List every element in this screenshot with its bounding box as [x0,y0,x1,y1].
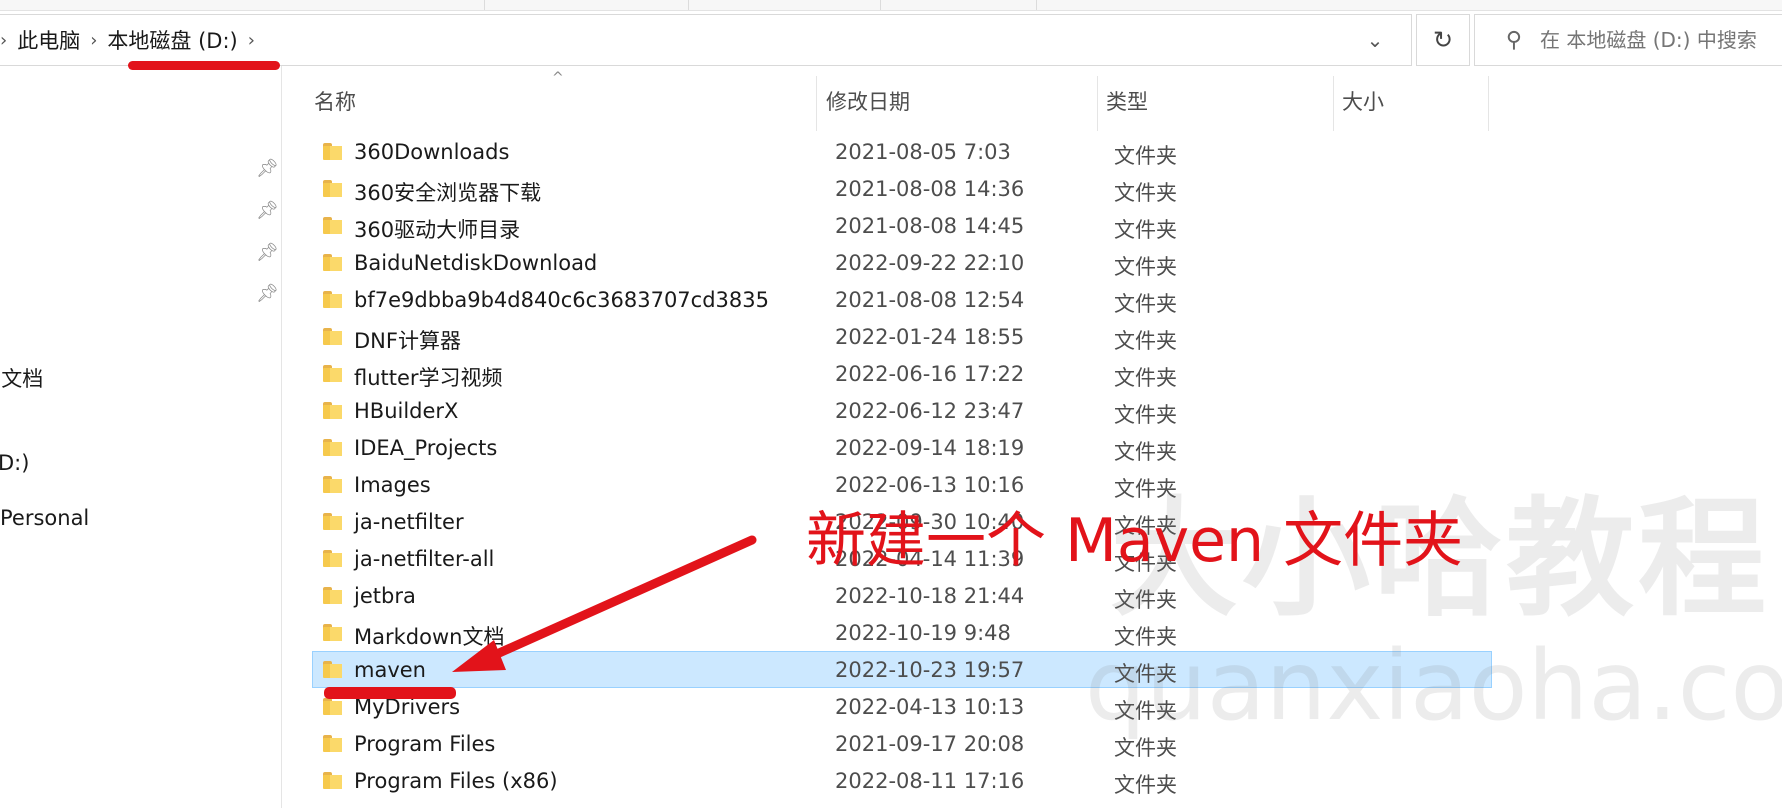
file-date: 2022-06-16 17:22 [835,362,1025,386]
pin-icon[interactable]: 📌︎ [256,283,279,304]
folder-icon [323,254,343,271]
folder-icon [323,735,343,752]
annotation-underline-maven [324,687,456,699]
file-date: 2021-09-17 20:08 [835,732,1025,756]
file-row[interactable]: 360驱动大师目录 2021-08-08 14:45 文件夹 [312,207,1492,244]
file-name: jetbra [354,584,416,608]
folder-icon [323,180,343,197]
ribbon-tabs-strip [0,0,1782,11]
file-type: 文件夹 [1114,292,1177,316]
file-type: 文件夹 [1114,181,1177,205]
file-date: 2022-10-18 21:44 [835,584,1025,608]
breadcrumb-local-disk-d[interactable]: 本地磁盘 (D:) [107,25,237,55]
pin-icon[interactable]: 📌︎ [256,200,279,221]
file-date: 2022-06-12 23:47 [835,399,1025,423]
file-row[interactable]: flutter学习视频 2022-06-16 17:22 文件夹 [312,355,1492,392]
file-row[interactable]: HBuilderX 2022-06-12 23:47 文件夹 [312,392,1492,429]
file-date: 2022-09-14 18:19 [835,436,1025,460]
nav-item-documents[interactable]: n文档 [0,363,43,393]
file-name: Program Files [354,732,496,756]
folder-icon [323,772,343,789]
file-type: 文件夹 [1114,403,1177,427]
folder-icon [323,143,343,160]
file-row[interactable]: Program Files (x86) 2022-08-11 17:16 文件夹 [312,762,1492,799]
address-bar[interactable]: › 此电脑 › 本地磁盘 (D:) › ⌄ [0,14,1412,66]
folder-icon [323,698,343,715]
file-type: 文件夹 [1114,255,1177,279]
file-row[interactable]: bf7e9dbba9b4d840c6c3683707cd3835 2021-08… [312,281,1492,318]
breadcrumb-this-pc[interactable]: 此电脑 [17,25,80,55]
file-date: 2022-10-19 9:48 [835,621,1011,645]
file-date: 2022-04-13 10:13 [835,695,1025,719]
pin-icon[interactable]: 📌︎ [256,158,279,179]
folder-icon [323,661,343,678]
file-type: 文件夹 [1114,144,1177,168]
file-name: DNF计算器 [354,329,461,353]
file-row[interactable]: DNF计算器 2022-01-24 18:55 文件夹 [312,318,1492,355]
chevron-right-icon[interactable]: › [0,30,7,51]
annotation-text: 新建一个 Maven 文件夹 [806,506,1464,576]
search-box[interactable]: ⚲ [1474,14,1782,66]
folder-icon [323,365,343,382]
file-name: 360安全浏览器下载 [354,181,542,205]
folder-icon [323,513,343,530]
file-row[interactable]: 360安全浏览器下载 2021-08-08 14:36 文件夹 [312,170,1492,207]
search-input[interactable] [1538,27,1782,53]
folder-icon [323,550,343,567]
file-date: 2022-01-24 18:55 [835,325,1025,349]
chevron-right-icon[interactable]: › [90,30,97,51]
file-date: 2022-09-22 22:10 [835,251,1025,275]
folder-icon [323,439,343,456]
file-date: 2021-08-08 14:36 [835,177,1025,201]
file-row[interactable]: BaiduNetdiskDownload 2022-09-22 22:10 文件… [312,244,1492,281]
folder-icon [323,402,343,419]
search-icon: ⚲ [1505,27,1522,53]
file-name: Markdown文档 [354,625,505,649]
file-date: 2022-10-23 19:57 [835,658,1025,682]
file-name: BaiduNetdiskDownload [354,251,598,275]
sort-ascending-icon: ^ [552,70,564,86]
column-header-row: ^ 名称 修改日期 类型 大小 [282,66,1782,138]
nav-item-drive-d[interactable]: D:) [0,451,29,475]
navigation-pane: 📌︎ 📌︎ 📌︎ 📌︎ n文档 D:) Personal [0,66,282,808]
file-type: 文件夹 [1114,366,1177,390]
file-name: Images [354,473,431,497]
file-name: ja-netfilter-all [354,547,495,571]
column-header-size[interactable]: 大小 [1342,86,1384,116]
folder-icon [323,217,343,234]
watermark-url: quanxiaoha.com [1085,630,1782,742]
file-date: 2021-08-05 7:03 [835,140,1011,164]
column-header-name[interactable]: 名称 [314,86,356,116]
nav-item-personal[interactable]: Personal [0,506,89,530]
chevron-down-icon: ⌄ [1366,28,1384,52]
file-name: Program Files (x86) [354,769,558,793]
column-header-type[interactable]: 类型 [1106,86,1148,116]
file-name: 360驱动大师目录 [354,218,521,242]
folder-icon [323,328,343,345]
file-type: 文件夹 [1114,773,1177,797]
file-row[interactable]: 360Downloads 2021-08-05 7:03 文件夹 [312,133,1492,170]
pin-icon[interactable]: 📌︎ [256,242,279,263]
refresh-icon: ↻ [1432,26,1454,54]
refresh-button[interactable]: ↻ [1416,14,1470,66]
folder-icon [323,587,343,604]
file-name: ja-netfilter [354,510,464,534]
folder-icon [323,476,343,493]
file-name: HBuilderX [354,399,459,423]
chevron-right-icon[interactable]: › [248,30,255,51]
folder-icon [323,624,343,641]
file-type: 文件夹 [1114,218,1177,242]
column-header-date[interactable]: 修改日期 [826,86,910,116]
file-name: 360Downloads [354,140,510,164]
file-date: 2021-08-08 14:45 [835,214,1025,238]
file-name: bf7e9dbba9b4d840c6c3683707cd3835 [354,288,769,312]
folder-icon [323,291,343,308]
address-dropdown-button[interactable]: ⌄ [1339,15,1411,65]
file-name: flutter学习视频 [354,366,503,390]
file-date: 2022-08-11 17:16 [835,769,1025,793]
file-type: 文件夹 [1114,329,1177,353]
file-date: 2021-08-08 12:54 [835,288,1025,312]
file-name: IDEA_Projects [354,436,498,460]
file-name: maven [354,658,426,682]
